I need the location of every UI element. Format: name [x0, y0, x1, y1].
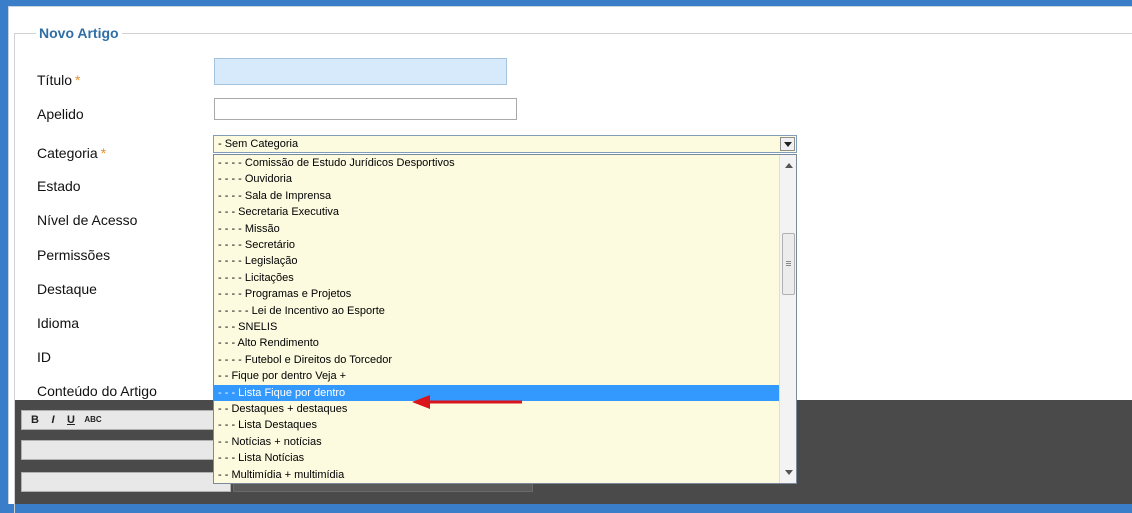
required-mark: * [100, 145, 107, 161]
dropdown-scrollbar[interactable] [779, 155, 796, 483]
access-level-label: Nível de Acesso [37, 212, 138, 228]
dropdown-option[interactable]: - - - Lista Destaques [214, 417, 782, 433]
dropdown-option[interactable]: - - - - - Lei de Incentivo ao Esporte [214, 303, 782, 319]
title-label: Título * [37, 72, 81, 88]
alias-input[interactable] [214, 98, 517, 120]
chevron-down-icon[interactable] [780, 137, 795, 151]
dropdown-option[interactable]: - - - - Secretário [214, 237, 782, 253]
dropdown-option[interactable]: - - - Secretaria Executiva [214, 204, 782, 220]
category-selected-value: - Sem Categoria [218, 138, 299, 150]
category-dropdown-list[interactable]: - - - - Comissão de Estudo Jurídicos Des… [213, 154, 797, 484]
dropdown-option[interactable]: - - - - Legislação [214, 253, 782, 269]
dropdown-option[interactable]: - - - SNELIS [214, 319, 782, 335]
category-select[interactable]: - Sem Categoria [213, 135, 797, 153]
dropdown-option[interactable]: - - - - Missão [214, 221, 782, 237]
scroll-down-icon[interactable] [785, 470, 793, 475]
language-label: Idioma [37, 315, 80, 331]
dropdown-option[interactable]: - - - - Sala de Imprensa [214, 188, 782, 204]
dropdown-option[interactable]: - - - Alto Rendimento [214, 335, 782, 351]
permissions-label: Permissões [37, 247, 111, 263]
editor-toolbar-row-3 [21, 472, 231, 492]
dropdown-option[interactable]: - - Multimídia + multimídia [214, 467, 782, 483]
dropdown-option[interactable]: - - - - Ouvidoria [214, 171, 782, 187]
id-label: ID [37, 349, 51, 365]
underline-button[interactable]: U [64, 412, 78, 428]
dropdown-option[interactable]: - - Fique por dentro Veja + [214, 368, 782, 384]
category-label: Categoria * [37, 145, 107, 161]
dropdown-option[interactable]: - - - - Comissão de Estudo Jurídicos Des… [214, 155, 782, 171]
state-label: Estado [37, 178, 81, 194]
content-label: Conteúdo do Artigo [37, 383, 157, 399]
scroll-up-icon[interactable] [785, 163, 793, 168]
dropdown-option[interactable]: - - - - Futebol e Direitos do Torcedor [214, 352, 782, 368]
scroll-thumb[interactable] [782, 233, 795, 295]
dropdown-option[interactable]: - - - Lista Notícias [214, 450, 782, 466]
red-arrow-annotation [412, 395, 522, 409]
bold-button[interactable]: B [28, 412, 42, 428]
editor-toolbar-row-2 [21, 440, 231, 460]
editor-toolbar-row-1: B I U ABC [21, 410, 231, 430]
italic-button[interactable]: I [46, 412, 60, 428]
strikethrough-button[interactable]: ABC [82, 412, 104, 428]
dropdown-option[interactable]: - - - - Programas e Projetos [214, 286, 782, 302]
featured-label: Destaque [37, 281, 97, 297]
dropdown-option[interactable]: - - Notícias + notícias [214, 434, 782, 450]
title-input[interactable] [214, 58, 507, 85]
alias-label: Apelido [37, 106, 84, 122]
dropdown-option[interactable]: - - - - Licitações [214, 270, 782, 286]
required-mark: * [75, 72, 81, 88]
fieldset-legend: Novo Artigo [36, 25, 122, 41]
